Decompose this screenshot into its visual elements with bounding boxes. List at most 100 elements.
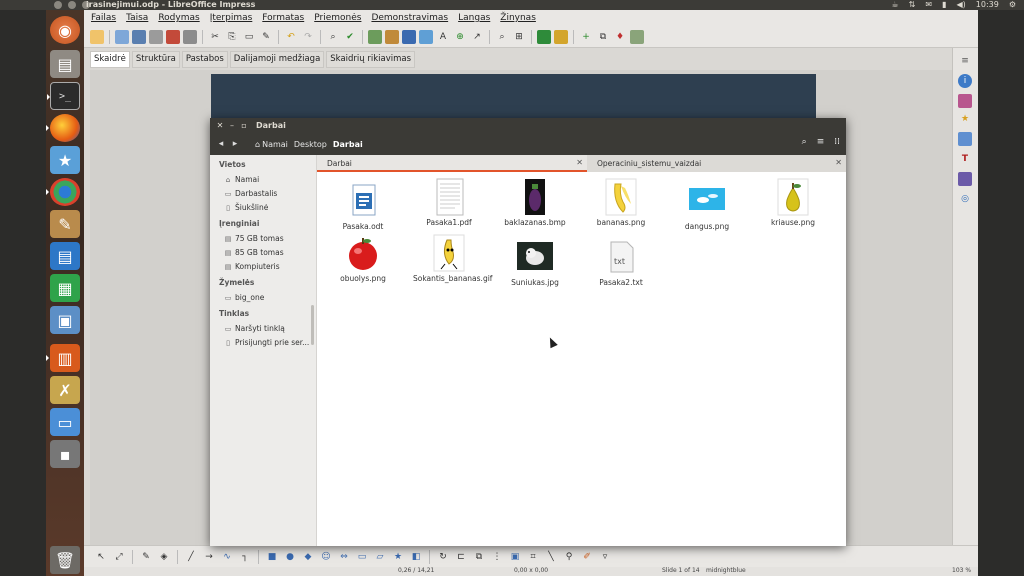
close-icon[interactable]: ✕: [214, 121, 226, 130]
breadcrumb-darbai[interactable]: Darbai: [330, 140, 366, 149]
firefox-icon[interactable]: [46, 114, 80, 142]
menu-iterpimas[interactable]: Įterpimas: [205, 13, 258, 23]
sidebar-item-trash[interactable]: ▯ Šiukšlinė: [224, 203, 268, 212]
copy-icon[interactable]: ⎘: [225, 30, 239, 44]
file-item[interactable]: bananas.png: [585, 178, 657, 227]
rotate-icon[interactable]: ↻: [436, 550, 450, 564]
crop-icon[interactable]: ⌗: [526, 550, 540, 564]
clock[interactable]: 10:39: [976, 0, 999, 10]
sidebar-item-big-one[interactable]: ▭ big_one: [224, 293, 265, 302]
calc-icon[interactable]: ▦: [50, 274, 80, 302]
fontwork-icon[interactable]: A: [436, 30, 450, 44]
table-icon[interactable]: [368, 29, 382, 44]
transformations-icon[interactable]: ↗: [470, 30, 484, 44]
sidebar-item-connect-server[interactable]: ▯ Prisijungti prie ser...: [224, 338, 309, 347]
shadow-icon[interactable]: ▣: [508, 550, 522, 564]
open-icon[interactable]: [115, 29, 129, 44]
file-item[interactable]: Sokantis_bananas.gif: [413, 234, 492, 283]
sidebar-item-home[interactable]: ⌂ Namai: [224, 175, 259, 184]
menu-rodymas[interactable]: Rodymas: [153, 13, 204, 23]
minimize-icon[interactable]: –: [226, 121, 238, 130]
undo-icon[interactable]: ↶: [284, 30, 298, 44]
arrange-icon[interactable]: ⧉: [472, 550, 486, 564]
rectangle-tool-icon[interactable]: ■: [265, 550, 279, 564]
toggle-extrusion-icon[interactable]: ▿: [598, 550, 612, 564]
tab-notes[interactable]: Pastabos: [181, 51, 228, 68]
zoom-icon[interactable]: ⌕: [495, 30, 509, 44]
sidebar-item-volume-85[interactable]: ▤ 85 GB tomas: [224, 248, 284, 257]
close-tab-icon[interactable]: ✕: [576, 158, 583, 167]
fill-color-icon[interactable]: ◈: [157, 550, 171, 564]
curve-tool-icon[interactable]: ∿: [220, 550, 234, 564]
start-presentation-icon[interactable]: [537, 29, 551, 44]
navigator-icon[interactable]: ⊞: [512, 30, 526, 44]
select-tool-icon[interactable]: ↖: [94, 550, 108, 564]
tab-operaciniu-sistemu-vaizdai[interactable]: Operaciniu_sistemu_vaizdai ✕: [587, 155, 846, 172]
menu-taisa[interactable]: Taisa: [121, 13, 153, 23]
tab-slide-sorter[interactable]: Skaidrių rikiavimas: [326, 51, 416, 68]
gallery-icon[interactable]: [958, 172, 972, 186]
image-icon[interactable]: [385, 29, 399, 44]
export-pdf-icon[interactable]: [166, 29, 180, 44]
battery-icon[interactable]: ▮: [942, 0, 946, 10]
connector-tool-icon[interactable]: ┐: [238, 550, 252, 564]
hyperlink-icon[interactable]: ⊕: [453, 30, 467, 44]
ellipse-tool-icon[interactable]: ●: [283, 550, 297, 564]
block-arrows-icon[interactable]: ⇔: [337, 550, 351, 564]
new-document-icon[interactable]: [90, 29, 104, 44]
tab-outline[interactable]: Struktūra: [131, 51, 180, 68]
sidebar-item-volume-75[interactable]: ▤ 75 GB tomas: [224, 234, 284, 243]
callouts-icon[interactable]: ▱: [373, 550, 387, 564]
fontwork-gallery-icon[interactable]: ✐: [580, 550, 594, 564]
paste-icon[interactable]: ▭: [242, 30, 256, 44]
sidebar-item-desktop[interactable]: ▭ Darbastalis: [224, 189, 278, 198]
tab-slide[interactable]: Skaidrė: [90, 51, 130, 68]
line-color-icon[interactable]: ✎: [139, 550, 153, 564]
impress-icon[interactable]: ▥: [46, 344, 80, 372]
draw-icon[interactable]: ▣: [50, 306, 80, 334]
writer-icon[interactable]: ▤: [50, 242, 80, 270]
sidebar-menu-icon[interactable]: ≡: [958, 54, 972, 68]
clone-formatting-icon[interactable]: ✎: [259, 30, 273, 44]
zoom-pan-icon[interactable]: ⤢: [112, 550, 126, 564]
stars-icon[interactable]: ★: [391, 550, 405, 564]
search-icon[interactable]: ⌕: [802, 137, 807, 147]
list-view-icon[interactable]: ≡: [817, 137, 825, 147]
find-replace-icon[interactable]: ⌕: [326, 30, 340, 44]
print-icon[interactable]: [183, 29, 197, 44]
screenshot-icon[interactable]: ▭: [50, 408, 80, 436]
properties-icon[interactable]: i: [958, 74, 972, 88]
maximize-icon[interactable]: ▫: [238, 121, 250, 130]
zoom-level[interactable]: 103 %: [952, 567, 971, 574]
start-current-slide-icon[interactable]: [554, 29, 568, 44]
3d-objects-icon[interactable]: ◧: [409, 550, 423, 564]
menu-langas[interactable]: Langas: [453, 13, 495, 23]
close-window-button[interactable]: [54, 1, 62, 9]
symbol-shapes-icon[interactable]: ☺: [319, 550, 333, 564]
paint-brush-icon[interactable]: ✎: [50, 210, 80, 238]
system-tools-icon[interactable]: ✗: [50, 376, 80, 404]
file-item[interactable]: obuolys.png: [327, 234, 399, 283]
redo-icon[interactable]: ↷: [301, 30, 315, 44]
terminal-icon[interactable]: >_: [47, 82, 80, 110]
files-icon[interactable]: ▤: [50, 50, 80, 78]
close-tab-icon[interactable]: ✕: [835, 158, 842, 167]
slide-layout-icon[interactable]: ♦: [613, 30, 627, 44]
chromium-icon[interactable]: [46, 178, 80, 206]
breadcrumb-desktop[interactable]: Desktop: [291, 140, 330, 149]
file-item[interactable]: txt Pasaka2.txt: [585, 238, 657, 287]
media-icon[interactable]: [419, 29, 433, 44]
grid-view-icon[interactable]: ⁞⁞: [834, 137, 840, 147]
sidebar-item-browse-network[interactable]: ▭ Naršyti tinklą: [224, 324, 285, 333]
menu-formatas[interactable]: Formatas: [257, 13, 309, 23]
master-slides-icon[interactable]: [958, 94, 972, 108]
settings-gear-icon[interactable]: ⚙: [1009, 0, 1016, 10]
duplicate-slide-icon[interactable]: ⧉: [596, 30, 610, 44]
navigator-sidebar-icon[interactable]: ◎: [958, 192, 972, 206]
notification-icon[interactable]: ☕: [892, 0, 899, 10]
line-tool-icon[interactable]: ╱: [184, 550, 198, 564]
ubuntu-dash-icon[interactable]: ◉: [50, 16, 80, 44]
workspace-switcher-icon[interactable]: ▪: [50, 440, 80, 468]
distribute-icon[interactable]: ⋮: [490, 550, 504, 564]
glue-points-icon[interactable]: ⚲: [562, 550, 576, 564]
